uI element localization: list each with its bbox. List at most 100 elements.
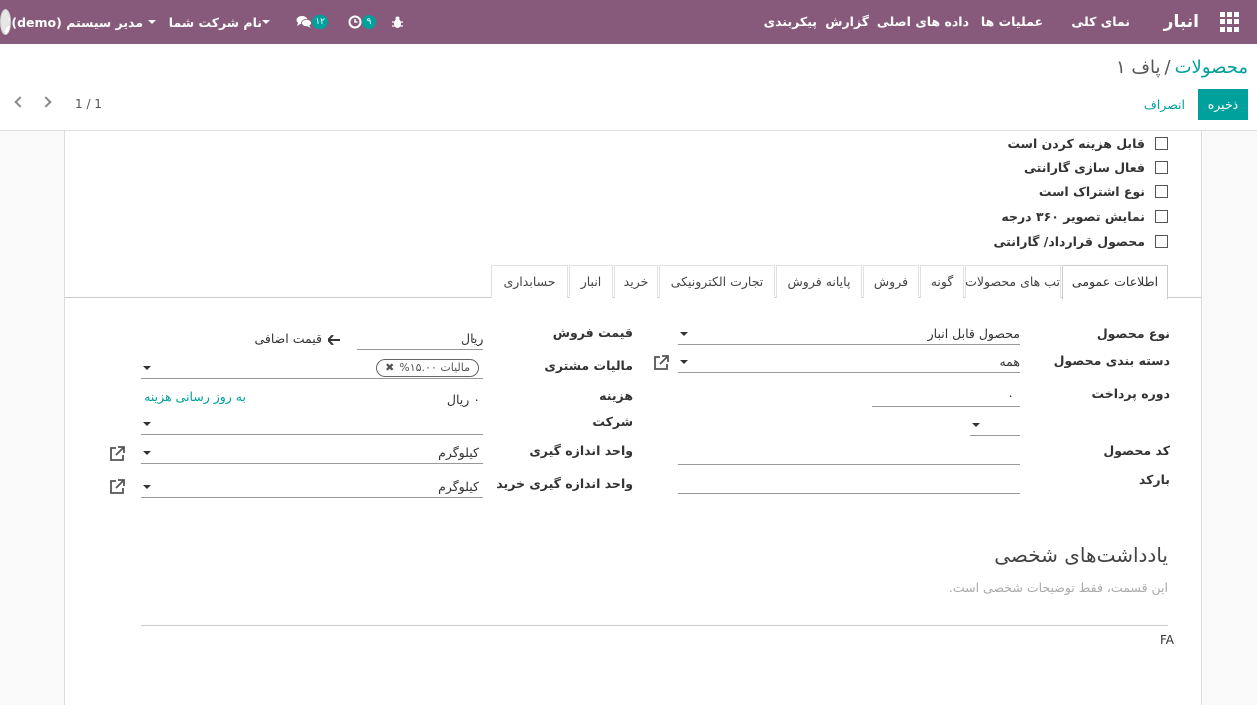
checkbox-box[interactable] bbox=[1155, 184, 1168, 198]
form-view: قابل هزینه کردن است فعال سازی گارانتی نو… bbox=[0, 131, 1257, 705]
checkbox-contract-product[interactable]: محصول قرارداد/ گارانتی bbox=[994, 232, 1168, 250]
field-product-code[interactable] bbox=[678, 443, 1020, 465]
menu-configuration[interactable]: پیکربندی bbox=[764, 0, 817, 44]
payment-period-value: ۰ bbox=[1007, 388, 1014, 403]
language-indicator[interactable]: FA bbox=[1160, 633, 1174, 647]
tab-pos[interactable]: پایانه فروش bbox=[776, 265, 862, 298]
tab-accounting[interactable]: حسابداری bbox=[491, 265, 568, 298]
label-barcode: بارکد bbox=[1138, 472, 1170, 487]
chevron-down-icon bbox=[148, 20, 156, 24]
currency-label: ریال bbox=[461, 331, 484, 346]
checkbox-box[interactable] bbox=[1155, 160, 1168, 174]
chevron-down-icon bbox=[143, 451, 151, 455]
comments-icon bbox=[296, 16, 313, 28]
pager-value[interactable]: 1 / 1 bbox=[75, 97, 102, 111]
apps-menu-icon[interactable] bbox=[1219, 12, 1239, 32]
clock-icon bbox=[348, 15, 362, 29]
notebook-tabs: اطلاعات عمومی تب های محصولات گونه فروش پ… bbox=[65, 265, 1201, 299]
checkbox-warranty[interactable]: فعال سازی گارانتی bbox=[1024, 158, 1168, 176]
field-barcode[interactable] bbox=[678, 472, 1020, 494]
chevron-down-icon bbox=[680, 332, 688, 336]
menu-operations[interactable]: عملیات ها bbox=[981, 0, 1043, 44]
uom-value: کیلوگرم bbox=[438, 445, 479, 460]
purchase-uom-value: کیلوگرم bbox=[438, 479, 479, 494]
checkbox-box[interactable] bbox=[1155, 209, 1168, 223]
checkbox-label: قابل هزینه کردن است bbox=[1007, 135, 1145, 151]
tab-inventory[interactable]: انبار bbox=[569, 265, 613, 298]
activity-menu[interactable]: ۹ bbox=[344, 0, 376, 44]
checkbox-can-be-expensed[interactable]: قابل هزینه کردن است bbox=[1007, 134, 1168, 152]
external-link-icon[interactable] bbox=[108, 478, 126, 496]
menu-reporting[interactable]: گزارش bbox=[825, 0, 869, 44]
field-company[interactable] bbox=[141, 413, 483, 435]
label-customer-tax: مالیات مشتری bbox=[544, 358, 633, 373]
chevron-down-icon bbox=[143, 366, 151, 370]
checkbox-label: فعال سازی گارانتی bbox=[1023, 159, 1145, 175]
field-product-category[interactable]: همه bbox=[678, 351, 1020, 373]
tab-general-info[interactable]: اطلاعات عمومی bbox=[1062, 265, 1168, 299]
form-sheet: قابل هزینه کردن است فعال سازی گارانتی نو… bbox=[64, 131, 1202, 705]
checkbox-label: نوع اشتراک است bbox=[1038, 183, 1145, 199]
field-purchase-uom[interactable]: کیلوگرم bbox=[141, 476, 483, 498]
company-switcher[interactable]: نام شرکت شما bbox=[169, 0, 278, 44]
breadcrumb: محصولات/پاف ۱ bbox=[1116, 57, 1248, 78]
tab-sales[interactable]: فروش bbox=[863, 265, 919, 298]
tab-product-tabs[interactable]: تب های محصولات bbox=[965, 265, 1061, 298]
tab-variants[interactable]: گونه bbox=[920, 265, 964, 298]
chevron-right-icon bbox=[40, 96, 52, 108]
label-sale-price: قیمت فروش bbox=[552, 325, 633, 340]
discard-button[interactable]: انصراف bbox=[1144, 89, 1185, 120]
notes-input[interactable]: این قسمت، فقط توضیحات شخصی است. bbox=[949, 580, 1168, 595]
arrow-left-icon bbox=[326, 333, 340, 346]
menu-overview[interactable]: نمای کلی bbox=[1071, 0, 1130, 44]
tax-tag-label: مالیات ۱۵.۰۰% bbox=[399, 361, 470, 374]
message-count-badge: ۱۲ bbox=[312, 15, 328, 29]
top-navbar: انبار نمای کلی عملیات ها داده های اصلی گ… bbox=[0, 0, 1257, 44]
company-name: نام شرکت شما bbox=[168, 14, 262, 30]
update-cost-button[interactable]: به روز رسانی هزینه bbox=[144, 389, 246, 404]
menu-master-data[interactable]: داده های اصلی bbox=[877, 0, 969, 44]
pager-next-button[interactable] bbox=[36, 94, 52, 110]
chevron-down-icon bbox=[143, 485, 151, 489]
pager-prev-button[interactable] bbox=[10, 94, 26, 110]
label-payment-period: دوره پرداخت bbox=[1091, 386, 1170, 401]
activity-count-badge: ۹ bbox=[362, 15, 376, 29]
external-link-icon[interactable] bbox=[652, 354, 670, 372]
app-brand[interactable]: انبار bbox=[1164, 0, 1199, 44]
category-value: همه bbox=[999, 354, 1020, 369]
extra-price-button[interactable]: قیمت اضافی bbox=[254, 331, 340, 346]
breadcrumb-separator: / bbox=[1164, 57, 1171, 78]
field-product-type[interactable]: محصول قابل انبار bbox=[678, 323, 1020, 345]
tab-ecommerce[interactable]: تجارت الکترونیکی bbox=[659, 265, 775, 298]
chevron-left-icon bbox=[14, 96, 26, 108]
checkbox-box[interactable] bbox=[1155, 136, 1168, 150]
label-product-category: دسته بندی محصول bbox=[1053, 353, 1170, 368]
close-icon[interactable]: ✖ bbox=[385, 361, 394, 374]
field-sale-price[interactable]: ۰ ریال bbox=[357, 328, 483, 350]
user-menu[interactable]: مدیر سیستم (demo) bbox=[0, 0, 158, 44]
control-panel: محصولات/پاف ۱ ذخیره انصراف 1 / 1 bbox=[0, 44, 1257, 131]
label-uom: واحد اندازه گیری bbox=[529, 443, 633, 458]
field-payment-period[interactable]: ۰ bbox=[872, 385, 1020, 407]
label-company: شرکت bbox=[592, 414, 633, 429]
user-name: مدیر سیستم (demo) bbox=[11, 14, 143, 30]
field-payment-period-unit[interactable] bbox=[970, 414, 1020, 436]
breadcrumb-products-link[interactable]: محصولات bbox=[1175, 57, 1248, 78]
external-link-icon[interactable] bbox=[108, 445, 126, 463]
chevron-down-icon bbox=[972, 423, 980, 427]
field-uom[interactable]: کیلوگرم bbox=[141, 442, 483, 464]
debug-icon[interactable] bbox=[390, 0, 404, 44]
product-type-value: محصول قابل انبار bbox=[927, 326, 1020, 341]
messaging-menu[interactable]: ۱۲ bbox=[292, 0, 328, 44]
avatar bbox=[0, 9, 12, 35]
checkbox-360-view[interactable]: نمایش تصویر ۳۶۰ درجه bbox=[1001, 207, 1168, 225]
breadcrumb-current: پاف ۱ bbox=[1115, 57, 1161, 78]
checkbox-box[interactable] bbox=[1155, 234, 1168, 248]
label-cost: هزینه bbox=[599, 388, 633, 403]
tab-purchase[interactable]: خرید bbox=[614, 265, 658, 298]
cost-value: ۰ ریال bbox=[446, 392, 480, 407]
chevron-down-icon bbox=[680, 360, 688, 364]
checkbox-subscription[interactable]: نوع اشتراک است bbox=[1039, 182, 1168, 200]
save-button[interactable]: ذخیره bbox=[1198, 89, 1248, 120]
label-product-code: کد محصول bbox=[1103, 443, 1170, 458]
